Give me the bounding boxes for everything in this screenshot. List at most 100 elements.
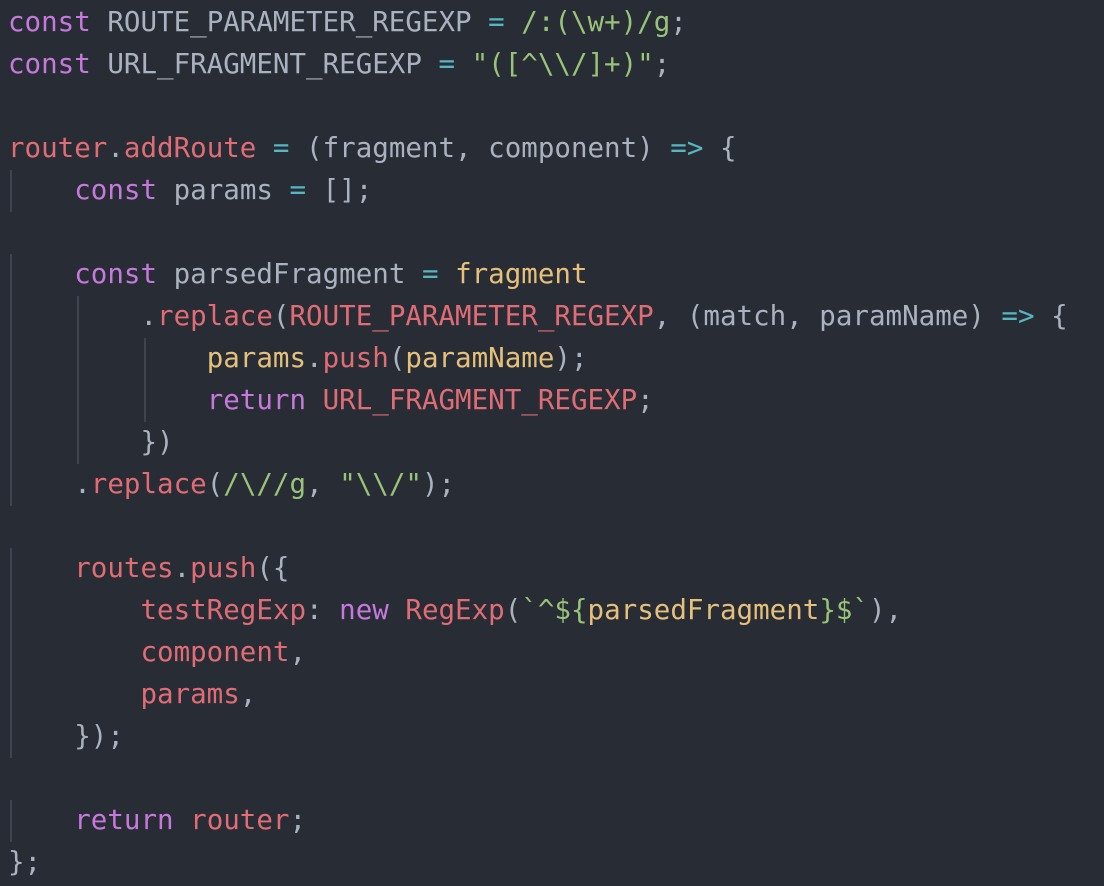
- code-token: replace: [90, 468, 207, 500]
- code-token: =: [488, 6, 505, 38]
- code-token: const: [74, 174, 158, 206]
- code-token: "([^\\/]+)": [471, 48, 654, 80]
- code-token: ROUTE_PARAMETER_REGEXP: [90, 6, 489, 38]
- code-token: =: [289, 174, 307, 206]
- code-token: component: [140, 636, 290, 668]
- code-token: router: [8, 132, 108, 164]
- code-token: });: [8, 720, 124, 752]
- code-line[interactable]: const params = [];: [8, 169, 372, 211]
- code-token: "\\/": [339, 468, 422, 500]
- code-line[interactable]: router.addRoute = (fragment, component) …: [8, 127, 737, 169]
- code-token: =>: [1001, 300, 1035, 332]
- code-token: ),: [869, 594, 903, 626]
- code-line[interactable]: params.push(paramName);: [8, 337, 588, 379]
- code-line[interactable]: const ROUTE_PARAMETER_REGEXP = /:(\w+)/g…: [8, 1, 687, 43]
- code-line[interactable]: params,: [8, 673, 256, 715]
- code-editor[interactable]: const ROUTE_PARAMETER_REGEXP = /:(\w+)/g…: [0, 0, 1104, 886]
- code-line[interactable]: const URL_FRAGMENT_REGEXP = "([^\\/]+)";: [8, 43, 670, 85]
- code-line[interactable]: };: [8, 841, 41, 883]
- code-token: URL_FRAGMENT_REGEXP: [90, 48, 439, 80]
- code-token: params: [206, 342, 307, 374]
- code-token: , (match, paramName): [653, 300, 1002, 332]
- code-token: .: [107, 132, 124, 164]
- code-token: /:(\w+)/g: [521, 6, 671, 38]
- code-token: [];: [306, 174, 373, 206]
- code-line[interactable]: return URL_FRAGMENT_REGEXP;: [8, 379, 654, 421]
- code-token: router: [190, 804, 290, 836]
- code-token: {: [1034, 300, 1068, 332]
- code-token: (: [206, 468, 224, 500]
- code-token: ;: [637, 384, 654, 416]
- code-token: =: [421, 258, 439, 290]
- code-token: parsedFragment: [157, 258, 422, 290]
- code-token: =: [438, 48, 456, 80]
- code-token: push: [190, 552, 257, 584]
- code-token: ,: [306, 468, 340, 500]
- code-line[interactable]: });: [8, 715, 124, 757]
- code-token: routes: [74, 552, 174, 584]
- code-token: {: [703, 132, 737, 164]
- code-token: return: [206, 384, 307, 416]
- code-token: .: [306, 342, 323, 374]
- code-token: return: [74, 804, 174, 836]
- code-token: ,: [239, 678, 257, 710]
- code-line[interactable]: }): [8, 421, 174, 463]
- code-token: );: [421, 468, 456, 500]
- code-token: (: [272, 300, 290, 332]
- code-token: `^${: [521, 594, 588, 626]
- code-line[interactable]: component,: [8, 631, 306, 673]
- code-token: paramName: [405, 342, 555, 374]
- code-token: params: [140, 678, 240, 710]
- code-token: const: [8, 48, 91, 80]
- code-line[interactable]: routes.push({: [8, 547, 289, 589]
- code-token: replace: [157, 300, 273, 332]
- code-token: ;: [289, 804, 307, 836]
- code-token: fragment: [455, 258, 588, 290]
- code-token: new: [339, 594, 389, 626]
- code-token: }): [8, 426, 174, 458]
- code-token: RegExp: [405, 594, 505, 626]
- code-token: .: [173, 552, 191, 584]
- code-token: .: [8, 468, 91, 500]
- code-token: testRegExp: [140, 594, 307, 626]
- code-token: ROUTE_PARAMETER_REGEXP: [289, 300, 654, 332]
- code-token: :: [306, 594, 340, 626]
- code-token: (: [388, 342, 406, 374]
- code-token: URL_FRAGMENT_REGEXP: [322, 384, 638, 416]
- code-line[interactable]: .replace(/\//g, "\\/");: [8, 463, 455, 505]
- code-line[interactable]: const parsedFragment = fragment: [8, 253, 588, 295]
- code-line[interactable]: testRegExp: new RegExp(`^${parsedFragmen…: [8, 589, 902, 631]
- code-token: const: [8, 6, 91, 38]
- code-token: ;: [670, 6, 687, 38]
- code-token: params: [157, 174, 290, 206]
- code-token: };: [8, 846, 42, 878]
- code-token: }$`: [819, 594, 869, 626]
- code-token: );: [554, 342, 588, 374]
- code-token: parsedFragment: [587, 594, 820, 626]
- code-token: =: [272, 132, 290, 164]
- code-token: (fragment, component): [289, 132, 671, 164]
- code-token: addRoute: [123, 132, 257, 164]
- code-line[interactable]: return router;: [8, 799, 306, 841]
- code-token: ,: [289, 636, 307, 668]
- code-token: push: [322, 342, 389, 374]
- code-token: =>: [670, 132, 704, 164]
- code-token: const: [74, 258, 158, 290]
- code-line[interactable]: .replace(ROUTE_PARAMETER_REGEXP, (match,…: [8, 295, 1068, 337]
- code-token: .: [8, 300, 158, 332]
